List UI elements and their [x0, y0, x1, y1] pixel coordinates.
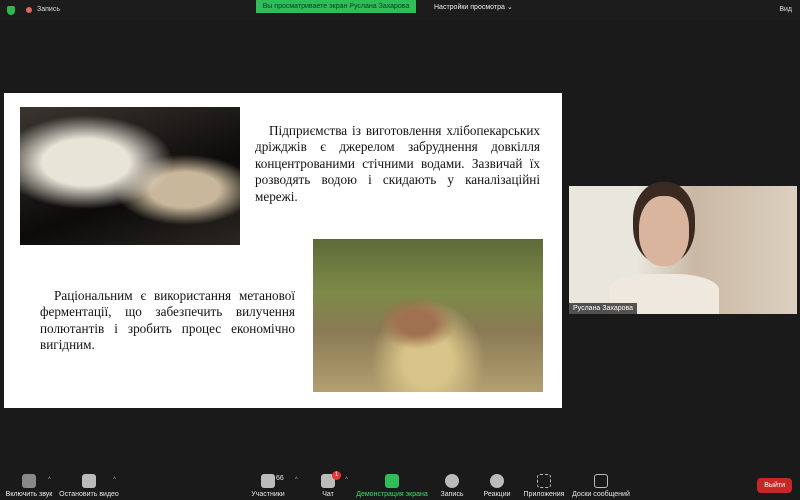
security-shield-icon[interactable]: [7, 6, 15, 15]
participant-name: Руслана Захарова: [569, 303, 638, 314]
record-icon: [445, 474, 459, 488]
participants-button[interactable]: 66 Участники: [236, 468, 300, 498]
chat-button[interactable]: 1 Чат: [296, 468, 360, 498]
leave-button[interactable]: Выйти: [757, 478, 792, 493]
recording-icon: [26, 7, 32, 13]
apps-icon: [537, 474, 551, 488]
share-arrow-icon: [385, 474, 399, 488]
yeast-photo: [20, 107, 240, 245]
wastewater-pipes-photo: [313, 239, 543, 392]
stop-video-button[interactable]: Остановить видео: [57, 468, 121, 498]
camera-icon: [82, 474, 96, 488]
meeting-toolbar: Включить звук ^ Остановить видео ^ 66 Уча…: [0, 468, 800, 500]
slide-paragraph-1: Підприємства із виготовлення хлібопекарс…: [255, 123, 540, 204]
whiteboards-button[interactable]: Доски сообщений: [569, 468, 633, 498]
screen-share-banner: Вы просматриваете экран Руслана Захарова: [256, 0, 416, 13]
slide-paragraph-2: Раціональним є використання метанової фе…: [40, 288, 295, 353]
apps-button[interactable]: Приложения: [512, 468, 576, 498]
person-face: [639, 196, 689, 266]
participants-icon: [261, 474, 275, 488]
unmute-button[interactable]: Включить звук: [2, 468, 56, 498]
muted-mic-icon: [22, 474, 36, 488]
audio-options-caret[interactable]: ^: [48, 477, 51, 483]
recording-label: Запись: [37, 6, 60, 13]
chat-badge: 1: [332, 471, 341, 480]
whiteboard-icon: [594, 474, 608, 488]
share-screen-button[interactable]: Демонстрация экрана: [355, 468, 429, 498]
view-button[interactable]: Вид: [779, 6, 792, 13]
view-options-button[interactable]: Настройки просмотра ⌄: [434, 3, 513, 11]
shared-slide: Підприємства із виготовлення хлібопекарс…: [4, 93, 562, 408]
video-options-caret[interactable]: ^: [113, 477, 116, 483]
chat-caret[interactable]: ^: [345, 477, 348, 483]
emoji-icon: [490, 474, 504, 488]
top-bar: Запись Вы просматриваете экран Руслана З…: [0, 0, 800, 20]
participant-video[interactable]: Руслана Захарова: [569, 186, 797, 314]
